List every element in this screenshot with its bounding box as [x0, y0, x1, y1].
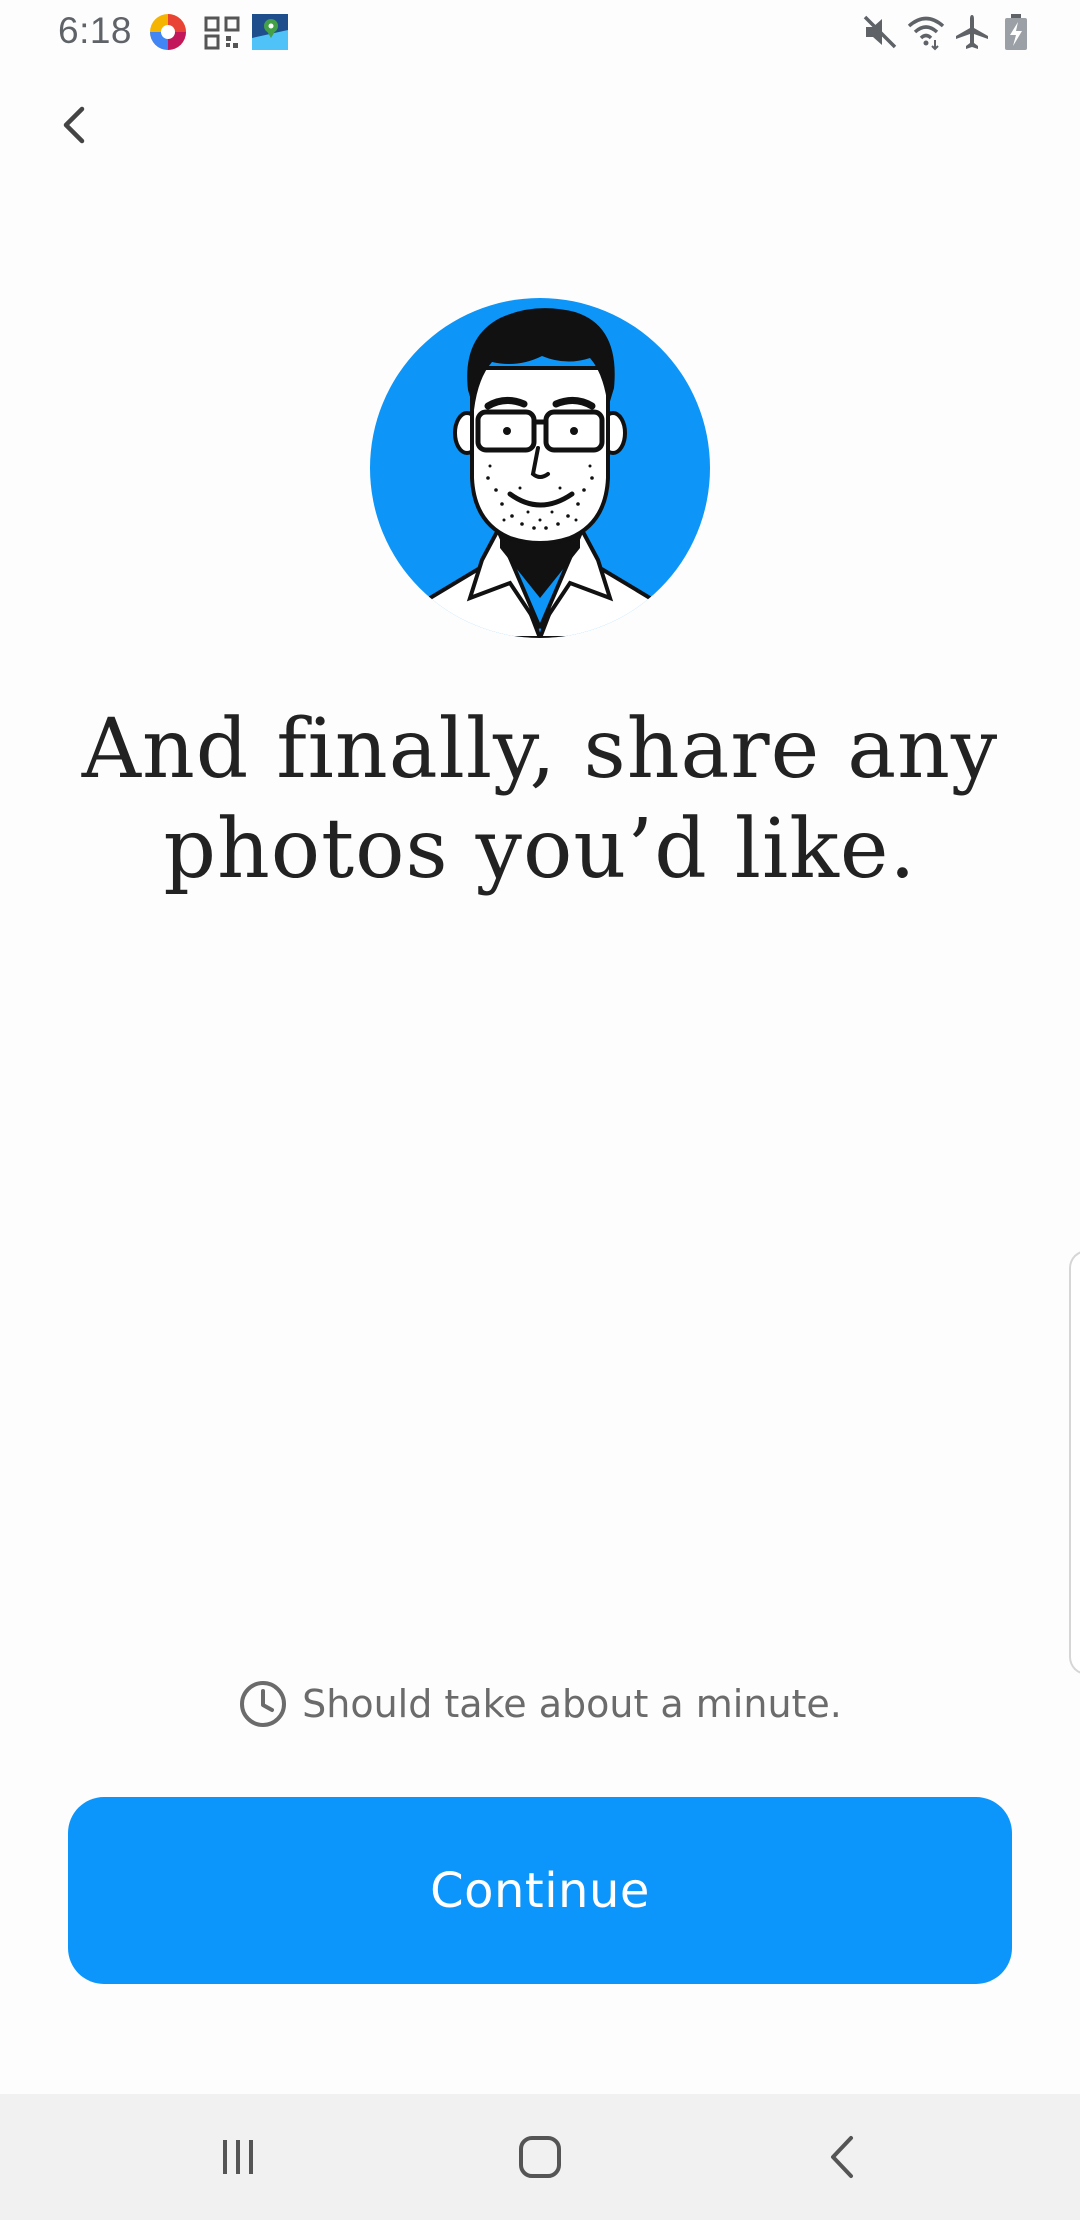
back-button[interactable]: [40, 90, 110, 160]
page-title: And finally, share any photos you’d like…: [60, 700, 1020, 900]
duration-text: Should take about a minute.: [302, 1682, 842, 1726]
airplane-mode-icon: [956, 15, 988, 49]
avatar-illustration: [370, 298, 710, 638]
recent-apps-icon: [223, 2140, 253, 2174]
continue-button-label: Continue: [430, 1862, 650, 1919]
qr-code-icon: [204, 16, 240, 50]
clock-icon: [240, 1681, 287, 1727]
continue-button[interactable]: Continue: [68, 1797, 1012, 1984]
home-button[interactable]: [500, 2122, 580, 2192]
home-icon: [519, 2136, 561, 2178]
photos-app-icon: [150, 14, 186, 50]
navigation-bar: [0, 2094, 1080, 2220]
system-back-button[interactable]: [804, 2122, 884, 2192]
status-time: 6:18: [58, 10, 133, 51]
wifi-icon: [907, 16, 945, 51]
page-title-line-2: photos you’d like.: [163, 802, 917, 897]
recent-apps-button[interactable]: [198, 2122, 278, 2192]
edge-panel-handle[interactable]: [1069, 1250, 1080, 1675]
screen: 6:18 And finally, share any photos you’d…: [0, 0, 1080, 2220]
mute-icon: [863, 15, 897, 49]
status-bar: 6:18: [0, 0, 1080, 64]
back-icon: [831, 2136, 853, 2178]
page-title-line-1: And finally, share any: [81, 702, 999, 797]
maps-app-icon: [252, 14, 288, 50]
duration-hint: Should take about a minute.: [0, 1676, 1080, 1732]
chevron-left-icon: [63, 106, 85, 144]
battery-charging-icon: [1005, 14, 1027, 50]
